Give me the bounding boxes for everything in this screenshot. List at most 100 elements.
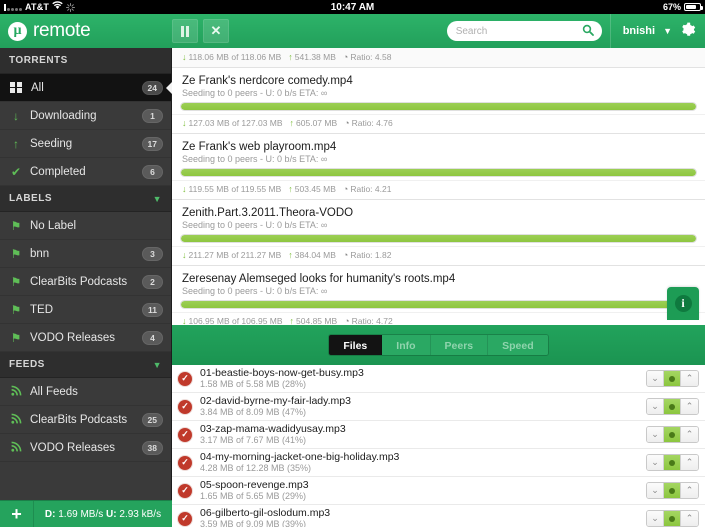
sidebar-section-labels-header[interactable]: LABELS ▼: [0, 186, 171, 212]
sidebar-item-seeding[interactable]: ↑ Seeding 17: [0, 130, 171, 158]
priority-low-button[interactable]: ⌄: [647, 483, 664, 498]
sidebar-item-downloading[interactable]: ↓ Downloading 1: [0, 102, 171, 130]
sidebar-item-all-feeds[interactable]: All Feeds: [0, 378, 171, 406]
ratio-stat: ◔ Ratio: 4.58: [342, 52, 392, 62]
torrent-status: Seeding to 0 peers - U: 0 b/s ETA: ∞: [182, 220, 328, 230]
search-container: [446, 21, 602, 42]
torrent-row-partial[interactable]: ↓ 118.06 MB of 118.06 MB ↑ 541.38 MB ◔ R…: [172, 48, 705, 68]
file-row[interactable]: ✓ 06-gilberto-gil-oslodum.mp3 3.59 MB of…: [172, 505, 705, 527]
priority-high-button[interactable]: ⌃: [681, 371, 698, 386]
priority-high-button[interactable]: ⌃: [681, 455, 698, 470]
file-row[interactable]: ✓ 01-beastie-boys-now-get-busy.mp3 1.58 …: [172, 365, 705, 393]
priority-normal-button[interactable]: [664, 399, 681, 414]
stop-all-button[interactable]: ✕: [203, 19, 229, 43]
priority-low-button[interactable]: ⌄: [647, 455, 664, 470]
torrent-row[interactable]: Ze Frank's web playroom.mp4 Seeding to 0…: [172, 134, 705, 200]
add-torrent-button[interactable]: +: [0, 500, 34, 527]
sidebar-item-feed-clearbits-podcasts[interactable]: ClearBits Podcasts 25: [0, 406, 171, 434]
downloaded-stat: ↓ 211.27 MB of 211.27 MB: [182, 250, 282, 260]
sidebar-item-clearbits-podcasts[interactable]: ⚑ ClearBits Podcasts 2: [0, 268, 171, 296]
torrent-row[interactable]: Zeresenay Alemseged looks for humanity's…: [172, 266, 705, 325]
torrent-row[interactable]: Zenith.Part.3.2011.Theora-VODO Seeding t…: [172, 200, 705, 266]
user-name-label: bnishi: [622, 25, 656, 37]
priority-high-button[interactable]: ⌃: [681, 427, 698, 442]
priority-normal-button[interactable]: [664, 427, 681, 442]
priority-low-button[interactable]: ⌄: [647, 371, 664, 386]
sidebar-item-vodo-releases[interactable]: ⚑ VODO Releases 4: [0, 324, 171, 352]
priority-low-button[interactable]: ⌄: [647, 399, 664, 414]
file-row[interactable]: ✓ 02-david-byrne-my-fair-lady.mp3 3.84 M…: [172, 393, 705, 421]
torrent-status: Seeding to 0 peers - U: 0 b/s ETA: ∞: [182, 154, 328, 164]
sidebar-item-bnn[interactable]: ⚑ bnn 3: [0, 240, 171, 268]
priority-normal-button[interactable]: [664, 371, 681, 386]
downloaded-stat: ↓ 127.03 MB of 127.03 MB: [182, 118, 283, 128]
torrent-list[interactable]: ↓ 118.06 MB of 118.06 MB ↑ 541.38 MB ◔ R…: [172, 48, 705, 325]
sidebar-item-label: VODO Releases: [30, 331, 116, 344]
gear-icon[interactable]: [680, 22, 696, 41]
pause-icon: [181, 25, 189, 37]
sidebar-item-no-label[interactable]: ⚑ No Label: [0, 212, 171, 240]
sidebar-section-feeds-header[interactable]: FEEDS ▼: [0, 352, 171, 378]
files-list[interactable]: ✓ 01-beastie-boys-now-get-busy.mp3 1.58 …: [172, 365, 705, 527]
search-icon[interactable]: [582, 24, 595, 37]
down-arrow-icon: ↓: [182, 250, 187, 260]
sidebar-item-badge: 1: [142, 108, 163, 123]
sidebar-item-feed-vodo-releases[interactable]: VODO Releases 38: [0, 434, 171, 462]
ratio-icon: ◔: [342, 250, 349, 260]
up-arrow-icon: ↑: [288, 184, 293, 194]
sidebar-section-torrents-header: TORRENTS: [0, 48, 171, 74]
chevron-down-icon[interactable]: ▼: [663, 26, 672, 36]
sidebar-footer: + D: 1.69 MB/s U: 2.93 kB/s: [0, 500, 172, 527]
up-arrow-icon: ↑: [288, 250, 293, 260]
tab-files[interactable]: Files: [329, 335, 383, 355]
detail-tabs: Files Info Peers Speed: [328, 334, 549, 356]
sidebar-item-ted[interactable]: ⚑ TED 11: [0, 296, 171, 324]
checked-icon[interactable]: ✓: [178, 399, 192, 414]
check-icon: ✔: [10, 164, 22, 179]
checked-icon[interactable]: ✓: [178, 455, 192, 470]
user-menu[interactable]: bnishi ▼: [609, 14, 705, 48]
priority-low-button[interactable]: ⌄: [647, 511, 664, 526]
clock-label: 10:47 AM: [330, 1, 375, 13]
file-progress-label: 1.65 MB of 5.65 MB (29%): [200, 491, 307, 502]
torrent-info-button[interactable]: i: [667, 287, 699, 320]
checked-icon[interactable]: ✓: [178, 483, 192, 498]
priority-normal-button[interactable]: [664, 455, 681, 470]
tab-peers[interactable]: Peers: [430, 335, 489, 355]
file-row[interactable]: ✓ 05-spoon-revenge.mp3 1.65 MB of 5.65 M…: [172, 477, 705, 505]
priority-low-button[interactable]: ⌄: [647, 427, 664, 442]
torrent-footer: ↓ 118.06 MB of 118.06 MB ↑ 541.38 MB ◔ R…: [172, 48, 705, 67]
file-row[interactable]: ✓ 04-my-morning-jacket-one-big-holiday.m…: [172, 449, 705, 477]
checked-icon[interactable]: ✓: [178, 511, 192, 526]
priority-high-button[interactable]: ⌃: [681, 483, 698, 498]
priority-high-button[interactable]: ⌃: [681, 399, 698, 414]
pause-all-button[interactable]: [172, 19, 198, 43]
checked-icon[interactable]: ✓: [178, 371, 192, 386]
downloaded-stat: ↓ 118.06 MB of 118.06 MB: [182, 52, 282, 62]
sidebar-item-completed[interactable]: ✔ Completed 6: [0, 158, 171, 186]
file-row[interactable]: ✓ 03-zap-mama-wadidyusay.mp3 3.17 MB of …: [172, 421, 705, 449]
sidebar-item-all[interactable]: All 24: [0, 74, 172, 102]
detail-tabs-bar: Files Info Peers Speed: [172, 325, 705, 365]
search-input[interactable]: [446, 21, 602, 42]
checked-icon[interactable]: ✓: [178, 427, 192, 442]
priority-normal-button[interactable]: [664, 511, 681, 526]
priority-high-button[interactable]: ⌃: [681, 511, 698, 526]
file-name: 04-my-morning-jacket-one-big-holiday.mp3: [200, 451, 400, 464]
up-arrow-icon: ↑: [289, 118, 295, 128]
torrent-status: Seeding to 0 peers - U: 0 b/s ETA: ∞: [182, 286, 328, 296]
torrent-progress-bar: [180, 234, 697, 243]
triangle-down-icon[interactable]: ▼: [153, 194, 162, 204]
sidebar-item-badge: 17: [141, 136, 163, 151]
ratio-stat: ◔ Ratio: 4.21: [342, 184, 392, 194]
tab-info[interactable]: Info: [382, 335, 431, 355]
tab-speed[interactable]: Speed: [488, 335, 548, 355]
torrent-row[interactable]: Ze Frank's nerdcore comedy.mp4 Seeding t…: [172, 68, 705, 134]
triangle-down-icon[interactable]: ▼: [153, 360, 162, 370]
file-name: 06-gilberto-gil-oslodum.mp3: [200, 507, 331, 520]
file-priority-control: ⌄ ⌃: [646, 510, 699, 527]
priority-normal-button[interactable]: [664, 483, 681, 498]
file-text: 06-gilberto-gil-oslodum.mp3 3.59 MB of 9…: [200, 507, 646, 527]
down-arrow-icon: ↓: [182, 118, 187, 128]
torrent-name: Zeresenay Alemseged looks for humanity's…: [182, 273, 456, 285]
